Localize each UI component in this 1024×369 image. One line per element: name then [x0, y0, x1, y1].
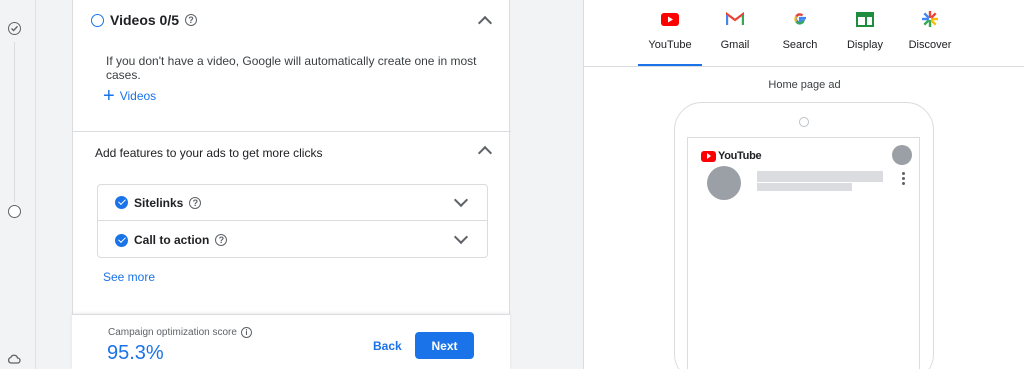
tab-label: Display — [846, 39, 884, 51]
feature-row-sitelinks[interactable]: Sitelinks ? — [98, 185, 487, 221]
section-divider — [73, 131, 511, 132]
feature-label: Sitelinks — [134, 195, 184, 210]
optimization-score-label: Campaign optimization score i — [108, 327, 252, 338]
info-icon[interactable]: i — [240, 327, 252, 338]
tabs-divider — [584, 66, 1024, 67]
tab-search[interactable]: Search — [768, 0, 832, 66]
title-placeholder — [757, 171, 883, 182]
help-icon[interactable]: ? — [185, 14, 198, 26]
phone-camera — [799, 117, 809, 127]
expand-chevron-down-icon[interactable] — [453, 192, 469, 208]
youtube-icon — [660, 11, 680, 27]
subtitle-placeholder — [757, 183, 852, 191]
next-button[interactable]: Next — [415, 332, 474, 359]
see-more-link[interactable]: See more — [103, 270, 155, 284]
check-icon — [115, 196, 128, 209]
tab-discover[interactable]: Discover — [898, 0, 962, 66]
tab-label: Discover — [908, 39, 952, 51]
back-button[interactable]: Back — [373, 339, 402, 353]
cloud-icon — [7, 354, 21, 364]
add-videos-button[interactable]: + Videos — [103, 85, 157, 107]
discover-icon — [920, 11, 940, 27]
videos-status-icon — [91, 13, 104, 27]
collapse-videos-chevron-up-icon[interactable] — [477, 15, 493, 31]
youtube-logo-text: YouTube — [718, 150, 762, 162]
feature-label: Call to action — [134, 233, 210, 247]
more-options-icon — [902, 172, 905, 185]
tab-youtube[interactable]: YouTube — [638, 0, 702, 66]
phone-screen: YouTube — [687, 137, 920, 369]
channel-avatar-placeholder — [707, 166, 741, 200]
ad-preview-panel: YouTube Gmail Search Display Discover Ho… — [583, 0, 1024, 369]
display-icon — [855, 11, 875, 27]
completed-step-icon[interactable] — [8, 22, 21, 35]
videos-title: Videos 0/5 — [110, 12, 180, 28]
expand-chevron-down-icon[interactable] — [453, 229, 469, 245]
step-connector — [14, 42, 15, 202]
videos-info-text: If you don't have a video, Google will a… — [106, 54, 477, 82]
help-icon[interactable]: ? — [189, 196, 202, 209]
feature-row-call-to-action[interactable]: Call to action ? — [98, 222, 487, 258]
tab-display[interactable]: Display — [833, 0, 897, 66]
help-icon[interactable]: ? — [215, 234, 228, 246]
footer-bar: Campaign optimization score i 95.3% Back… — [72, 314, 510, 369]
google-icon — [790, 11, 810, 27]
features-list: Sitelinks ? Call to action ? — [97, 184, 488, 258]
tab-label: YouTube — [648, 39, 692, 51]
optimization-score-value: 95.3% — [107, 342, 164, 364]
gmail-icon — [725, 11, 745, 27]
step-rail — [0, 0, 36, 369]
tab-label: Search — [782, 39, 818, 51]
avatar — [892, 145, 912, 165]
collapse-features-chevron-up-icon[interactable] — [477, 145, 493, 161]
videos-section-header[interactable]: Videos 0/5 ? — [91, 12, 198, 28]
youtube-play-icon — [701, 150, 716, 162]
current-step-icon[interactable] — [8, 205, 21, 218]
tab-label: Gmail — [720, 39, 750, 51]
plus-icon: + — [103, 85, 115, 107]
preview-channel-tabs: YouTube Gmail Search Display Discover — [638, 0, 963, 66]
placement-label: Home page ad — [768, 79, 841, 91]
features-section-title: Add features to your ads to get more cli… — [95, 146, 323, 160]
tab-gmail[interactable]: Gmail — [703, 0, 767, 66]
youtube-logo: YouTube — [701, 150, 762, 162]
phone-mockup: YouTube — [674, 102, 934, 369]
optimization-score-label-text: Campaign optimization score — [108, 327, 237, 338]
add-videos-label: Videos — [119, 89, 157, 103]
check-icon — [115, 233, 128, 247]
